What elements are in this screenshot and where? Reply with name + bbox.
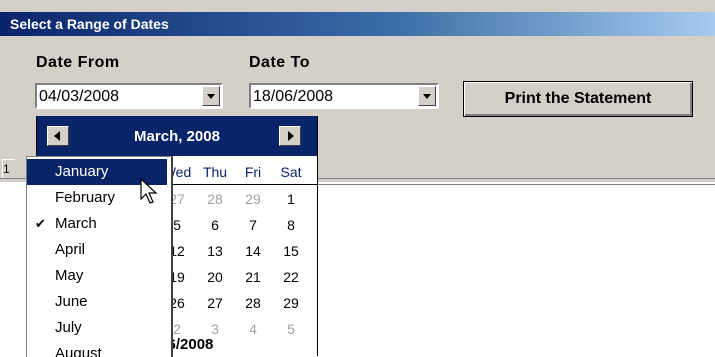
day-header-thu: Thu — [202, 164, 228, 180]
month-menu-item-august[interactable]: August — [27, 341, 167, 357]
month-menu-item-label: April — [55, 241, 86, 258]
month-menu-item-june[interactable]: June — [27, 289, 167, 315]
arrow-right-icon[interactable] — [279, 126, 301, 146]
calendar-day[interactable]: 21 — [235, 264, 271, 290]
calendar-day[interactable]: 13 — [197, 238, 233, 264]
calendar-day[interactable]: 7 — [235, 212, 271, 238]
date-to-label: Date To — [249, 54, 310, 71]
month-menu-item-label: July — [55, 319, 82, 336]
month-menu-item-march[interactable]: ✔ March — [27, 211, 167, 237]
month-menu-item-label: January — [55, 163, 109, 180]
mouse-pointer-icon — [140, 178, 158, 204]
calendar-day[interactable]: 29 — [235, 186, 271, 212]
month-menu-item-july[interactable]: July — [27, 315, 167, 341]
calendar-day[interactable]: 22 — [273, 264, 309, 290]
chevron-down-icon[interactable] — [418, 86, 436, 106]
tab-strip-label[interactable]: 1 — [2, 159, 15, 178]
calendar-day[interactable]: 28 — [197, 186, 233, 212]
date-to-value: 18/06/2008 — [253, 88, 334, 105]
calendar-day[interactable]: 20 — [197, 264, 233, 290]
date-to-combo[interactable]: 18/06/2008 — [249, 83, 439, 109]
month-menu-item-may[interactable]: May — [27, 263, 167, 289]
month-menu-item-label: March — [55, 215, 97, 232]
print-statement-button[interactable]: Print the Statement — [463, 81, 693, 117]
title-bar: Select a Range of Dates — [0, 12, 715, 36]
month-menu-item-label: February — [55, 189, 116, 206]
check-icon: ✔ — [35, 216, 46, 231]
day-header-fri: Fri — [244, 164, 262, 180]
month-menu-item-april[interactable]: April — [27, 237, 167, 263]
divider — [315, 184, 715, 188]
calendar-day[interactable]: 28 — [235, 290, 271, 316]
calendar-day[interactable]: 5 — [273, 316, 309, 342]
calendar-header: March, 2008 — [37, 116, 317, 156]
calendar-day[interactable]: 29 — [273, 290, 309, 316]
day-header-sat: Sat — [280, 164, 302, 180]
calendar-month-title[interactable]: March, 2008 — [37, 128, 317, 145]
date-from-combo[interactable]: 04/03/2008 — [35, 83, 223, 109]
date-from-label: Date From — [36, 54, 120, 71]
window-title: Select a Range of Dates — [10, 16, 169, 32]
calendar-day[interactable]: 1 — [273, 186, 309, 212]
calendar-day[interactable]: 6 — [197, 212, 233, 238]
calendar-day[interactable]: 27 — [197, 290, 233, 316]
month-menu-item-label: May — [55, 267, 84, 284]
calendar-day[interactable]: 4 — [235, 316, 271, 342]
calendar-day[interactable]: 8 — [273, 212, 309, 238]
month-menu-item-label: August — [55, 345, 102, 357]
month-menu-item-label: June — [55, 293, 88, 310]
date-from-value: 04/03/2008 — [39, 88, 120, 105]
calendar-day[interactable]: 15 — [273, 238, 309, 264]
chevron-down-icon[interactable] — [202, 86, 220, 106]
calendar-day[interactable]: 14 — [235, 238, 271, 264]
